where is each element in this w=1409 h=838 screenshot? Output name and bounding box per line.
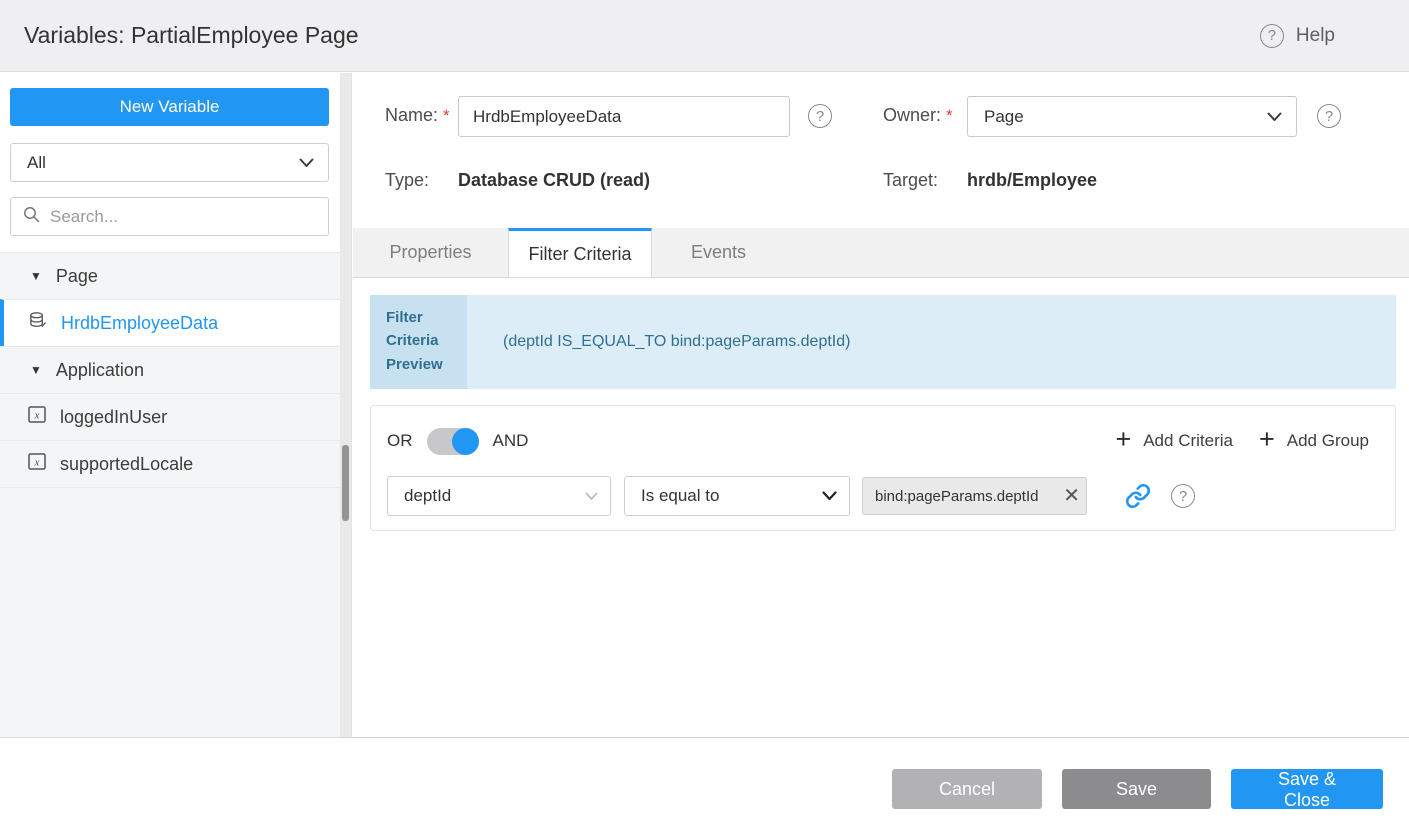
tab-filter-criteria[interactable]: Filter Criteria — [508, 228, 652, 277]
clear-value-icon[interactable]: ✕ — [1063, 486, 1080, 506]
chevron-down-icon — [585, 486, 598, 506]
type-value: Database CRUD (read) — [458, 170, 650, 191]
owner-label: Owner:* — [883, 105, 953, 126]
form-row-type-target: Type: Database CRUD (read) Target: hrdb/… — [353, 170, 1409, 194]
name-input[interactable] — [458, 96, 790, 137]
owner-select-value: Page — [984, 107, 1024, 127]
collapse-triangle-icon[interactable]: ▼ — [30, 364, 42, 376]
criteria-field-select[interactable]: deptId — [387, 476, 611, 516]
variable-filter-select[interactable]: All — [10, 143, 329, 182]
toggle-knob — [452, 428, 479, 455]
new-variable-button[interactable]: New Variable — [10, 88, 329, 126]
collapse-triangle-icon[interactable]: ▼ — [30, 270, 42, 282]
tree-item-supportedlocale[interactable]: x supportedLocale — [0, 440, 341, 487]
help-label: Help — [1296, 25, 1335, 47]
or-and-toggle[interactable] — [427, 428, 479, 455]
search-icon — [23, 206, 40, 228]
chevron-down-icon — [1267, 107, 1282, 127]
tree-item-label: HrdbEmployeeData — [61, 313, 218, 334]
tab-strip: Properties Filter Criteria Events — [353, 228, 1409, 278]
required-marker: * — [946, 106, 953, 125]
tree-item-label: supportedLocale — [60, 454, 193, 475]
owner-help-icon[interactable]: ? — [1317, 104, 1341, 128]
chevron-down-icon — [299, 153, 314, 173]
name-help-icon[interactable]: ? — [808, 104, 832, 128]
tree-filler — [0, 487, 341, 737]
tree-item-hrdbemployeedata[interactable]: HrdbEmployeeData — [0, 299, 341, 346]
criteria-row: deptId Is equal to bind:pageParams.deptI… — [387, 476, 1369, 516]
tree-group-application[interactable]: ▼ Application — [0, 346, 341, 393]
variable-detail-panel: Name:* ? Owner:* Page ? Type: Database C… — [353, 73, 1409, 737]
add-criteria-button[interactable]: + Add Criteria — [1115, 429, 1233, 453]
criteria-condition-select[interactable]: Is equal to — [624, 476, 850, 516]
criteria-builder: OR AND + Add Criteria + Add Group deptId — [370, 405, 1396, 531]
dialog-title: Variables: PartialEmployee Page — [24, 22, 359, 49]
static-variable-icon: x — [28, 406, 46, 428]
criteria-field-value: deptId — [404, 486, 451, 506]
bind-value-text: bind:pageParams.deptId — [875, 488, 1061, 505]
sidebar-scrollbar[interactable] — [340, 73, 351, 737]
database-icon — [28, 311, 47, 335]
add-group-button[interactable]: + Add Group — [1259, 429, 1369, 453]
dialog-footer: Cancel Save Save & Close — [0, 738, 1409, 838]
variable-search-box — [10, 197, 329, 236]
add-group-label: Add Group — [1287, 431, 1369, 451]
save-button[interactable]: Save — [1062, 769, 1211, 809]
chevron-down-icon — [822, 486, 837, 506]
required-marker: * — [443, 106, 450, 125]
help-link[interactable]: ? Help — [1260, 24, 1335, 48]
tree-item-loggedinuser[interactable]: x loggedInUser — [0, 393, 341, 440]
variable-tree: ▼ Page HrdbEmployeeData ▼ Application x … — [0, 252, 341, 737]
filter-criteria-preview-label: Filter Criteria Preview — [370, 295, 467, 389]
dialog-header: Variables: PartialEmployee Page ? Help — [0, 0, 1409, 72]
criteria-help-icon[interactable]: ? — [1171, 484, 1195, 508]
target-label: Target: — [883, 170, 938, 191]
search-input[interactable] — [50, 207, 316, 227]
tree-group-label: Page — [56, 266, 98, 287]
criteria-toolbar: OR AND + Add Criteria + Add Group — [387, 427, 1369, 455]
target-value: hrdb/Employee — [967, 170, 1097, 191]
variables-sidebar: New Variable All ▼ Page HrdbEmployeeData… — [0, 73, 352, 737]
tree-group-page[interactable]: ▼ Page — [0, 252, 341, 299]
tree-group-label: Application — [56, 360, 144, 381]
svg-text:x: x — [34, 457, 40, 469]
criteria-condition-value: Is equal to — [641, 486, 719, 506]
filter-criteria-preview: Filter Criteria Preview (deptId IS_EQUAL… — [370, 295, 1396, 389]
save-close-button[interactable]: Save & Close — [1231, 769, 1383, 809]
and-label: AND — [493, 431, 529, 451]
form-row-name-owner: Name:* ? Owner:* Page ? — [353, 96, 1409, 137]
type-label: Type: — [385, 170, 429, 191]
add-criteria-label: Add Criteria — [1143, 431, 1233, 451]
cancel-button[interactable]: Cancel — [892, 769, 1042, 809]
static-variable-icon: x — [28, 453, 46, 475]
variable-filter-value: All — [27, 153, 46, 173]
name-label: Name:* — [385, 105, 450, 126]
filter-criteria-preview-value: (deptId IS_EQUAL_TO bind:pageParams.dept… — [467, 295, 1396, 389]
tab-events[interactable]: Events — [652, 228, 785, 277]
tree-item-label: loggedInUser — [60, 407, 167, 428]
plus-icon: + — [1115, 426, 1131, 453]
plus-icon: + — [1259, 426, 1275, 453]
help-icon: ? — [1260, 24, 1284, 48]
bind-value-chip[interactable]: bind:pageParams.deptId ✕ — [862, 477, 1087, 515]
owner-select[interactable]: Page — [967, 96, 1297, 137]
bind-link-icon[interactable] — [1125, 483, 1151, 514]
svg-text:x: x — [34, 410, 40, 422]
or-label: OR — [387, 431, 413, 451]
sidebar-scrollbar-thumb[interactable] — [342, 445, 349, 521]
tab-properties[interactable]: Properties — [353, 228, 508, 277]
